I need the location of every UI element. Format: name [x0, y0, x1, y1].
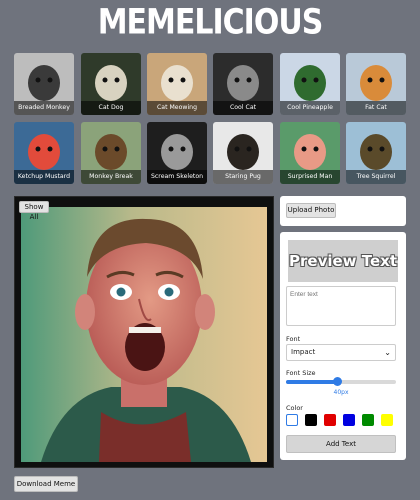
- meme-thumbnail[interactable]: Cool Pineapple: [280, 53, 340, 115]
- surprised-man-photo: [21, 207, 267, 462]
- font-size-slider-handle[interactable]: [332, 377, 342, 386]
- color-swatch[interactable]: [324, 414, 336, 426]
- thumbnail-caption: Scream Skeleton: [147, 170, 207, 184]
- chevron-down-icon: ⌄: [384, 348, 391, 357]
- download-meme-button[interactable]: Download Meme: [14, 476, 78, 492]
- color-swatch[interactable]: [362, 414, 374, 426]
- font-size-slider-fill: [286, 380, 337, 384]
- thumbnail-caption: Breaded Monkey: [14, 101, 74, 115]
- font-size-label: Font Size: [286, 369, 316, 377]
- thumbnail-caption: Surprised Man: [280, 170, 340, 184]
- thumbnail-caption: Cat Dog: [81, 101, 141, 115]
- meme-thumbnail[interactable]: Cat Meowing: [147, 53, 207, 115]
- preview-box: Preview Text: [288, 240, 398, 282]
- text-editor-panel: Preview Text Font Impact ⌄ Font Size 40p…: [280, 232, 406, 460]
- font-size-slider[interactable]: [286, 377, 396, 386]
- meme-thumbnail[interactable]: Surprised Man: [280, 122, 340, 184]
- meme-thumbnail[interactable]: Tree Squirrel: [346, 122, 406, 184]
- thumbnail-caption: Ketchup Mustard: [14, 170, 74, 184]
- show-all-button[interactable]: Show All: [19, 201, 49, 221]
- color-swatch[interactable]: [286, 414, 298, 426]
- thumbnail-caption: Tree Squirrel: [346, 170, 406, 184]
- upload-photo-button[interactable]: Upload Photo: [286, 203, 336, 218]
- meme-thumbnail[interactable]: Fat Cat: [346, 53, 406, 115]
- thumbnail-caption: Staring Pug: [213, 170, 273, 184]
- meme-thumbnail[interactable]: Cool Cat: [213, 53, 273, 115]
- meme-thumbnail[interactable]: Monkey Break: [81, 122, 141, 184]
- add-text-button[interactable]: Add Text: [286, 435, 396, 453]
- color-swatch[interactable]: [381, 414, 393, 426]
- font-select-value: Impact: [291, 348, 316, 356]
- thumbnail-caption: Monkey Break: [81, 170, 141, 184]
- meme-thumbnail[interactable]: Scream Skeleton: [147, 122, 207, 184]
- thumbnail-caption: Cool Cat: [213, 101, 273, 115]
- font-label: Font: [286, 335, 301, 343]
- color-swatch[interactable]: [305, 414, 317, 426]
- app-logo: MEMELICIOUS: [97, 2, 324, 43]
- text-input[interactable]: [286, 286, 396, 326]
- thumbnail-caption: Cool Pineapple: [280, 101, 340, 115]
- upload-panel: Upload Photo: [280, 196, 406, 226]
- meme-thumbnail[interactable]: Ketchup Mustard: [14, 122, 74, 184]
- meme-canvas[interactable]: Show All: [14, 196, 274, 468]
- meme-thumbnail[interactable]: Breaded Monkey: [14, 53, 74, 115]
- thumbnail-caption: Cat Meowing: [147, 101, 207, 115]
- thumbnail-caption: Fat Cat: [346, 101, 406, 115]
- meme-thumbnail[interactable]: Cat Dog: [81, 53, 141, 115]
- font-size-value: 40px: [333, 389, 349, 396]
- meme-photo[interactable]: [21, 207, 267, 462]
- color-swatch[interactable]: [343, 414, 355, 426]
- font-select[interactable]: Impact ⌄: [286, 344, 396, 361]
- meme-thumbnail[interactable]: Staring Pug: [213, 122, 273, 184]
- preview-text: Preview Text: [289, 252, 397, 270]
- color-label: Color: [286, 404, 303, 412]
